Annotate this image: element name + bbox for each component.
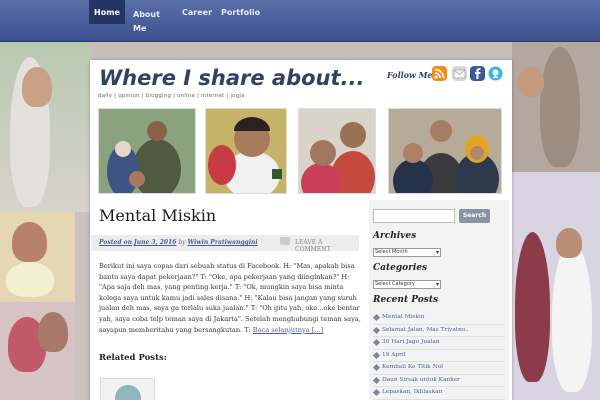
email-icon[interactable] (452, 66, 467, 81)
site-title[interactable]: Where I share about... (99, 66, 364, 90)
list-item[interactable]: Lepaskan, Ikhlaskan (372, 387, 505, 400)
related-posts-heading: Related Posts: (99, 353, 167, 363)
recent-post-link[interactable]: 19 April (382, 352, 406, 358)
rss-icon[interactable] (432, 66, 447, 81)
list-item[interactable]: Kembali Ke Titik Nol (372, 362, 505, 375)
recent-posts-heading: Recent Posts (373, 295, 439, 305)
recent-posts-list: Mental Miskin Selamat Jalan, Mas Triyatn… (372, 312, 505, 400)
header-photo-4 (388, 108, 502, 194)
post-title[interactable]: Mental Miskin (99, 206, 216, 225)
archives-heading: Archives (373, 231, 417, 241)
search-input[interactable] (373, 209, 455, 223)
post-excerpt: Berikut ini saya copas dari sebuah statu… (99, 261, 361, 335)
bullet-icon (372, 376, 381, 384)
excerpt-text: Berikut ini saya copas dari sebuah statu… (99, 262, 361, 334)
twitter-icon[interactable] (488, 66, 503, 81)
recent-post-link[interactable]: Selamat Jalan, Mas Triyatno.. (382, 327, 469, 333)
main-content: Where I share about... daily | opinion |… (90, 60, 512, 400)
by-label: by (178, 239, 186, 246)
list-item[interactable]: 30 Hari Jago Jualan (372, 337, 505, 350)
categories-heading: Categories (373, 263, 428, 273)
recent-post-link[interactable]: Lepaskan, Ikhlaskan (382, 389, 442, 395)
recent-post-link[interactable]: Daun Sirsak untuk Kanker (382, 377, 460, 383)
recent-post-link[interactable]: Mental Miskin (382, 314, 424, 320)
author-link[interactable]: Wiwin Pratiwanggini (188, 239, 258, 246)
follow-me-label: Follow Me (387, 70, 433, 80)
posted-on-prefix: Posted on (99, 239, 132, 246)
bullet-icon (372, 351, 381, 359)
list-item[interactable]: 19 April (372, 350, 505, 362)
leave-comment-link[interactable]: LEAVE A COMMENT (295, 239, 359, 253)
list-item[interactable]: Mental Miskin (372, 312, 505, 325)
recent-post-link[interactable]: Kembali Ke Titik Nol (382, 364, 443, 370)
site-tagline: daily | opinion | blogging | online | in… (98, 93, 245, 99)
archives-select[interactable]: Select Month (373, 248, 441, 257)
header-photo-2 (205, 108, 287, 194)
list-item[interactable]: Daun Sirsak untuk Kanker (372, 375, 505, 387)
categories-select[interactable]: Select Category (373, 280, 441, 289)
nav-career[interactable]: Career (182, 0, 212, 42)
read-more-link[interactable]: Baca selanjutnya [...] (253, 326, 323, 334)
header-photo-3 (298, 108, 376, 194)
facebook-icon[interactable] (470, 66, 485, 81)
top-navigation: Home About Me Career Portfolio (0, 0, 600, 42)
bullet-icon (372, 388, 381, 397)
post-meta: Posted on June 3, 2016 by Wiwin Pratiwan… (91, 235, 359, 253)
header-photo-1 (98, 108, 196, 194)
bullet-icon (372, 313, 381, 322)
sidebar: Search Archives Select Month Categories … (369, 200, 509, 400)
nav-about-me[interactable]: About Me (133, 0, 169, 42)
comment-icon (280, 237, 290, 245)
search-button[interactable]: Search (459, 209, 490, 223)
bullet-icon (372, 363, 381, 372)
related-post-thumbnail[interactable] (100, 378, 155, 400)
post-date-link[interactable]: June 3, 2016 (134, 239, 177, 246)
bullet-icon (372, 326, 381, 334)
nav-home[interactable]: Home (89, 0, 125, 24)
bullet-icon (372, 338, 381, 347)
nav-portfolio[interactable]: Portfolio (221, 0, 260, 42)
recent-post-link[interactable]: 30 Hari Jago Jualan (382, 339, 440, 345)
list-item[interactable]: Selamat Jalan, Mas Triyatno.. (372, 325, 505, 337)
